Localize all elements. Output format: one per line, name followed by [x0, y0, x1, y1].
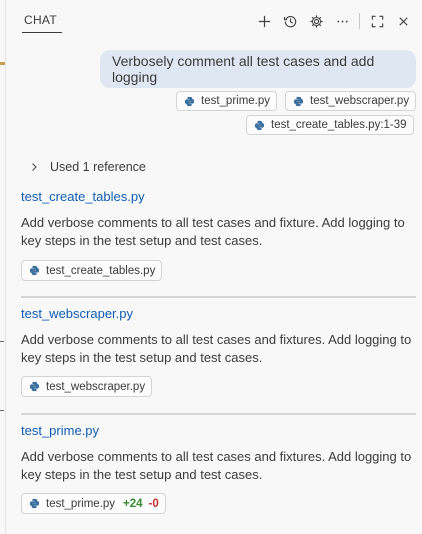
python-file-icon	[29, 498, 40, 509]
attachment-chip[interactable]: test_webscraper.py	[285, 91, 417, 111]
file-chip[interactable]: test_create_tables.py	[21, 260, 163, 281]
attachment-chip-label: test_create_tables.py:1-39	[271, 119, 407, 131]
used-references-toggle[interactable]: Used 1 reference	[28, 160, 146, 174]
gear-icon[interactable]	[303, 10, 329, 32]
file-chip-label: test_webscraper.py	[46, 380, 146, 393]
section-divider	[21, 296, 416, 298]
section-divider	[21, 413, 416, 415]
file-chip-label: test_create_tables.py	[46, 264, 156, 277]
python-file-icon	[29, 381, 40, 392]
close-icon[interactable]	[390, 10, 416, 32]
user-message-bubble: Verbosely comment all test cases and add…	[100, 50, 416, 88]
gutter-tick	[0, 341, 4, 342]
chevron-right-icon	[32, 163, 37, 171]
edit-description: Add verbose comments to all test cases a…	[21, 449, 412, 482]
chat-content: Verbosely comment all test cases and add…	[6, 40, 422, 534]
python-file-icon	[184, 96, 195, 106]
tab-chat[interactable]: CHAT	[24, 13, 57, 27]
attachment-chip[interactable]: test_create_tables.py:1-39	[246, 115, 414, 135]
file-chip-label: test_prime.py	[46, 497, 116, 510]
attachment-chip[interactable]: test_prime.py	[176, 91, 278, 111]
gutter-marker	[0, 62, 5, 65]
file-chip[interactable]: test_webscraper.py	[21, 376, 153, 397]
maximize-icon[interactable]	[364, 10, 390, 32]
lines-added-count: +24	[123, 497, 143, 510]
chat-header: CHAT	[6, 0, 422, 40]
edit-description: Add verbose comments to all test cases a…	[21, 215, 405, 248]
used-references-label: Used 1 reference	[50, 160, 146, 174]
file-link[interactable]: test_prime.py	[21, 423, 99, 438]
plus-icon[interactable]	[251, 10, 277, 32]
python-file-icon	[254, 120, 265, 130]
history-icon[interactable]	[277, 10, 303, 32]
header-actions	[251, 10, 416, 32]
file-chip[interactable]: test_prime.py +24 -0	[21, 493, 166, 514]
python-file-icon	[293, 96, 304, 106]
attachment-chip-label: test_webscraper.py	[310, 95, 410, 107]
python-file-icon	[29, 265, 40, 276]
file-link[interactable]: test_webscraper.py	[21, 306, 133, 321]
attachment-chip-label: test_prime.py	[201, 95, 271, 107]
lines-removed-count: -0	[148, 497, 159, 510]
ellipsis-icon[interactable]	[329, 10, 355, 32]
edit-description: Add verbose comments to all test cases a…	[21, 332, 412, 365]
user-message-text: Verbosely comment all test cases and add…	[112, 53, 375, 85]
tab-active-indicator	[22, 32, 62, 33]
gutter-tick	[0, 410, 4, 411]
header-separator	[359, 13, 360, 29]
file-link[interactable]: test_create_tables.py	[21, 189, 145, 204]
